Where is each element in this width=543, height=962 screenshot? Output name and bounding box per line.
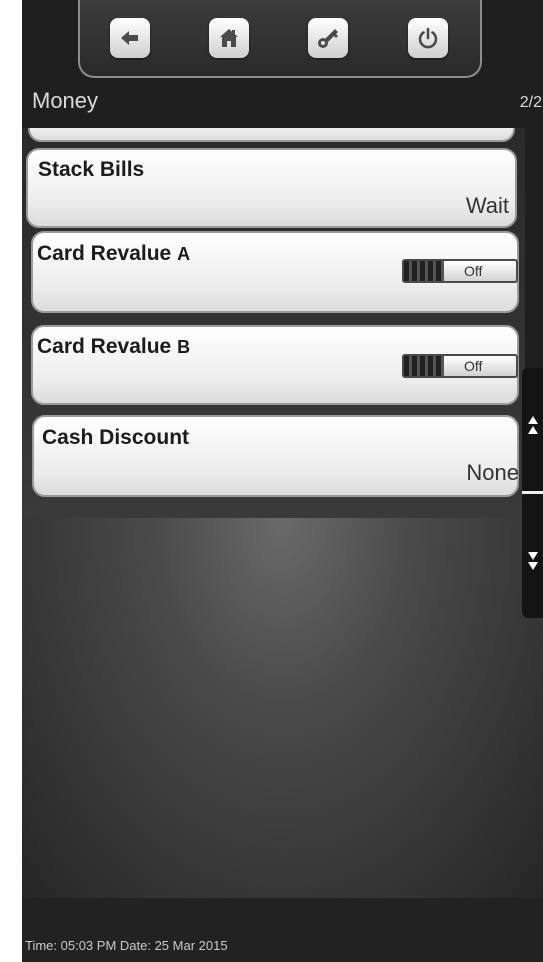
setting-title: Stack Bills: [38, 158, 145, 181]
key-icon: [318, 29, 338, 48]
setting-title-suffix: A: [177, 244, 191, 264]
device-screen: Money 2/2 Stack Bills Wait Card Revalue …: [22, 0, 543, 962]
key-button[interactable]: [308, 18, 348, 58]
list-item-partial[interactable]: [28, 128, 515, 142]
top-toolbar: [78, 0, 482, 78]
settings-list: Stack Bills Wait Card Revalue A Off Card…: [22, 128, 525, 518]
setting-value: None: [466, 460, 519, 485]
power-button[interactable]: [408, 18, 448, 58]
card-revalue-a-toggle[interactable]: Off: [402, 259, 518, 283]
setting-value: Wait: [465, 193, 509, 218]
content-background: [22, 518, 543, 898]
list-item-card-revalue-b[interactable]: Card Revalue B Off: [31, 325, 519, 405]
page-indicator: 2/2: [519, 94, 542, 111]
datetime-label: Time: 05:03 PM Date: 25 Mar 2015: [25, 938, 228, 953]
setting-title: Card Revalue B: [37, 335, 191, 358]
setting-title: Cash Discount: [42, 426, 190, 449]
toggle-label: Off: [464, 263, 483, 279]
scroll-control: [522, 368, 543, 618]
scroll-down-button[interactable]: [522, 540, 543, 580]
toggle-label: Off: [464, 358, 483, 374]
page-title: Money: [32, 88, 99, 113]
list-item-stack-bills[interactable]: Stack Bills Wait: [26, 148, 517, 228]
card-revalue-b-toggle[interactable]: Off: [402, 354, 518, 378]
list-item-card-revalue-a[interactable]: Card Revalue A Off: [31, 231, 519, 313]
setting-title-suffix: B: [177, 337, 191, 357]
double-chevron-down-icon: [527, 552, 538, 570]
arrow-left-icon: [121, 31, 138, 45]
status-footer: Time: 05:03 PM Date: 25 Mar 2015: [22, 898, 543, 962]
scroll-up-button[interactable]: [522, 406, 543, 446]
setting-title: Card Revalue A: [37, 242, 191, 265]
toggle-knob: [404, 356, 444, 376]
double-chevron-up-icon: [527, 416, 538, 434]
power-icon: [418, 27, 438, 49]
home-icon: [220, 29, 238, 47]
toggle-knob: [404, 261, 444, 281]
back-button[interactable]: [110, 18, 150, 58]
scroll-divider: [522, 491, 543, 494]
home-button[interactable]: [209, 18, 249, 58]
list-item-cash-discount[interactable]: Cash Discount None: [32, 415, 519, 497]
